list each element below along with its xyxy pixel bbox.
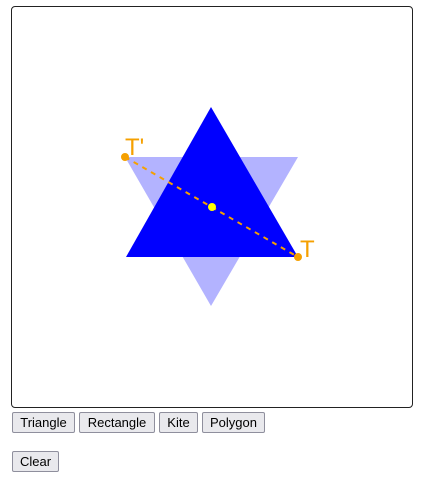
kite-button[interactable]: Kite xyxy=(159,412,198,433)
label-t: T xyxy=(300,236,315,263)
label-t-prime: T' xyxy=(125,134,144,161)
canvas-svg[interactable]: T' T xyxy=(12,7,412,407)
clear-button[interactable]: Clear xyxy=(12,451,59,472)
center-point[interactable] xyxy=(208,203,216,211)
rectangle-button[interactable]: Rectangle xyxy=(79,412,155,433)
drawing-canvas[interactable]: T' T xyxy=(11,6,413,408)
triangle-button[interactable]: Triangle xyxy=(12,412,75,433)
polygon-button[interactable]: Polygon xyxy=(202,412,265,433)
